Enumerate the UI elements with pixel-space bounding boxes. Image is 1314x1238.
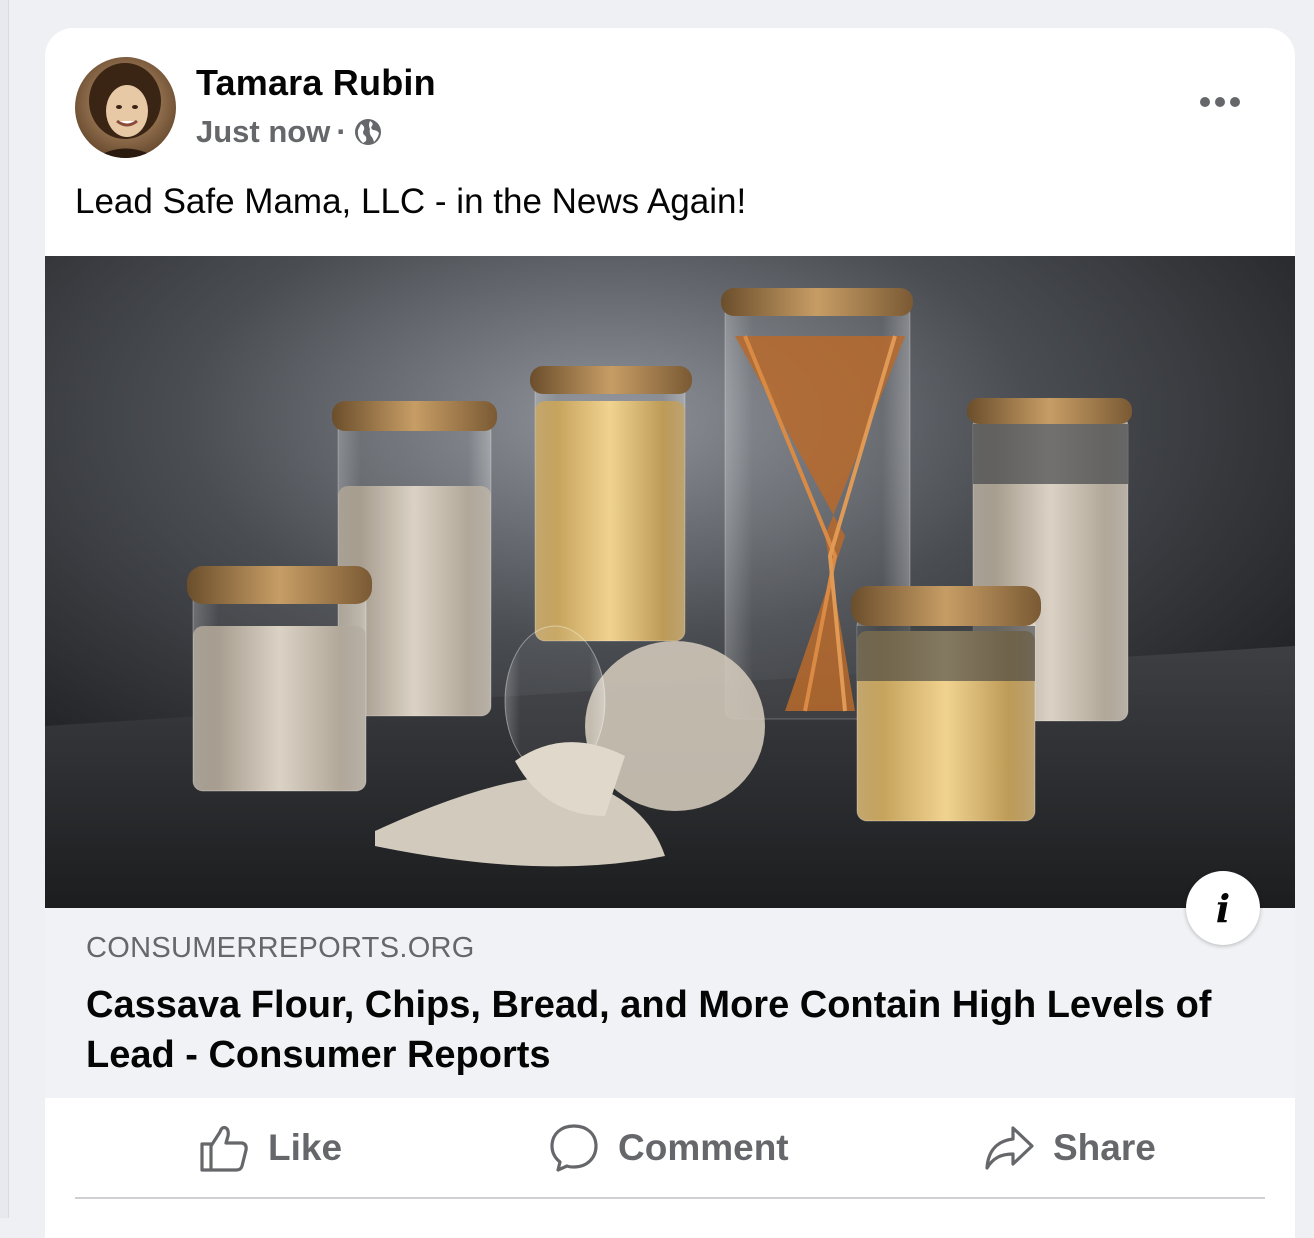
share-arrow-icon bbox=[985, 1126, 1034, 1170]
more-options-button[interactable] bbox=[1185, 80, 1255, 124]
like-label: Like bbox=[268, 1127, 343, 1168]
more-dot-icon bbox=[1215, 97, 1225, 107]
comment-button[interactable]: Comment bbox=[548, 1118, 789, 1178]
share-label: Share bbox=[1053, 1127, 1156, 1168]
bottom-divider bbox=[75, 1197, 1265, 1199]
more-dot-icon bbox=[1230, 97, 1240, 107]
info-button[interactable]: i bbox=[1186, 871, 1260, 945]
action-bar: Like Comment Share bbox=[45, 1098, 1295, 1198]
globe-icon[interactable] bbox=[353, 117, 383, 147]
post-text: Lead Safe Mama, LLC - in the News Again! bbox=[75, 182, 747, 221]
jars-photo bbox=[45, 256, 1295, 908]
link-preview-image[interactable] bbox=[45, 256, 1295, 908]
author-name[interactable]: Tamara Rubin bbox=[196, 62, 436, 104]
post-card: Tamara Rubin Just now · Lead Safe Mama, … bbox=[45, 28, 1295, 1238]
link-domain: CONSUMERREPORTS.ORG bbox=[86, 932, 475, 964]
avatar-photo bbox=[75, 57, 176, 158]
link-preview[interactable]: i CONSUMERREPORTS.ORG Cassava Flour, Chi… bbox=[45, 871, 1295, 1098]
timestamp[interactable]: Just now bbox=[196, 114, 330, 150]
more-dot-icon bbox=[1200, 97, 1210, 107]
background-edge bbox=[0, 0, 9, 1218]
thumbs-up-icon bbox=[200, 1125, 248, 1172]
comment-label: Comment bbox=[618, 1127, 789, 1168]
meta-separator: · bbox=[336, 114, 347, 149]
post-meta: Just now · bbox=[196, 114, 383, 150]
comment-bubble-icon bbox=[550, 1124, 598, 1172]
link-title[interactable]: Cassava Flour, Chips, Bread, and More Co… bbox=[86, 980, 1246, 1080]
info-icon: i bbox=[1215, 885, 1231, 931]
like-button[interactable]: Like bbox=[198, 1118, 342, 1178]
avatar[interactable] bbox=[75, 57, 176, 158]
post-header: Tamara Rubin Just now · Lead Safe Mama, … bbox=[45, 28, 1295, 256]
share-button[interactable]: Share bbox=[983, 1118, 1156, 1178]
